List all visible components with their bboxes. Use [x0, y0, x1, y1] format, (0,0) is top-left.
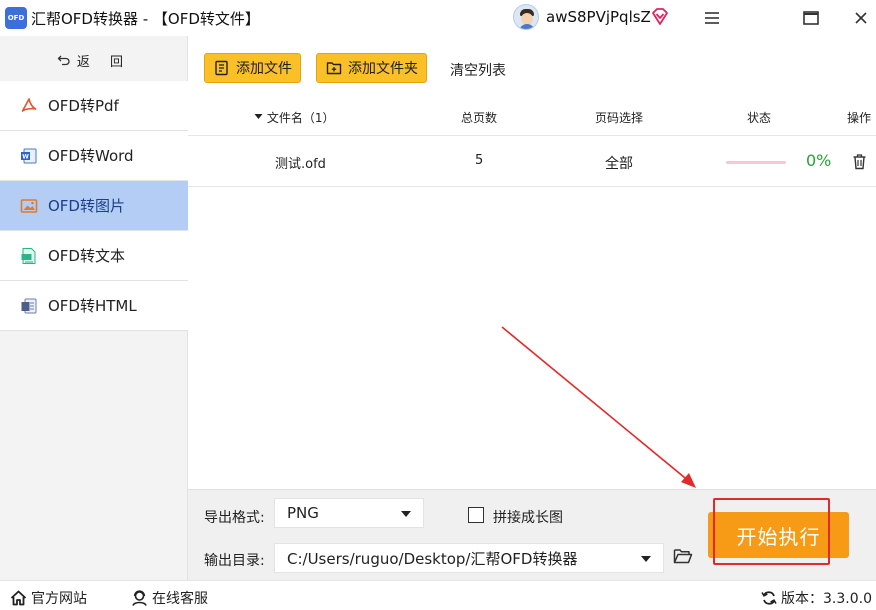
sidebar-item-ofd-to-html[interactable]: OFD转HTML — [0, 281, 188, 331]
chevron-down-icon — [401, 511, 411, 517]
official-website-label: 官方网站 — [31, 591, 87, 607]
format-value: PNG — [287, 504, 319, 522]
vip-diamond-icon[interactable] — [650, 7, 670, 27]
output-dir-select[interactable]: C:/Users/ruguo/Desktop/汇帮OFD转换器 — [274, 543, 664, 573]
folder-open-icon[interactable] — [673, 547, 693, 565]
official-website-link[interactable]: 官方网站 — [10, 588, 87, 608]
sidebar-item-label: OFD转HTML — [48, 297, 137, 315]
column-pages: 总页数 — [461, 111, 498, 125]
online-support-label: 在线客服 — [152, 591, 208, 607]
file-name-cell: 测试.ofd — [275, 157, 326, 172]
merge-long-image-label[interactable]: 拼接成长图 — [493, 507, 563, 527]
app-logo: OFD — [5, 7, 27, 29]
merge-long-image-checkbox[interactable] — [468, 507, 484, 523]
version-label: 版本：3.3.0.0 — [781, 591, 872, 607]
column-file-name-label: 文件名（1） — [266, 111, 335, 125]
maximize-icon[interactable] — [799, 6, 823, 30]
sort-down-icon — [254, 114, 263, 119]
pdf-icon — [21, 97, 37, 112]
chevron-down-icon — [641, 556, 651, 562]
column-actions: 操作 — [847, 111, 872, 125]
format-select[interactable]: PNG — [274, 498, 424, 528]
refresh-icon — [761, 591, 777, 605]
sidebar-item-ofd-to-image[interactable]: OFD转图片 — [0, 181, 188, 231]
back-button[interactable]: 返 回 — [0, 40, 188, 80]
close-icon[interactable] — [849, 6, 873, 30]
sidebar-item-label: OFD转文本 — [48, 247, 125, 265]
add-file-icon — [215, 60, 228, 76]
user-name[interactable]: awS8PVjPqlsZ — [546, 8, 651, 26]
file-list-area — [188, 187, 876, 489]
page-select-cell[interactable]: 全部 — [605, 153, 633, 173]
format-label: 导出格式: — [204, 510, 265, 526]
progress-bar — [726, 161, 786, 164]
toolbar: 添加文件 添加文件夹 清空列表 — [188, 36, 876, 98]
table-row[interactable]: 测试.ofd 5 全部 0% — [188, 137, 876, 187]
support-agent-icon — [132, 590, 147, 606]
clear-list-button[interactable]: 清空列表 — [450, 60, 506, 80]
page-count-cell: 5 — [475, 153, 484, 168]
menu-icon[interactable] — [700, 6, 724, 30]
progress-percent: 0% — [806, 151, 832, 170]
column-page-select: 页码选择 — [595, 111, 644, 125]
sidebar-item-ofd-to-word[interactable]: W OFD转Word — [0, 131, 188, 181]
word-icon: W — [21, 148, 37, 163]
add-file-label: 添加文件 — [236, 61, 292, 77]
online-support-link[interactable]: 在线客服 — [131, 588, 208, 608]
sidebar-item-label: OFD转Word — [48, 147, 134, 165]
output-dir-label: 输出目录: — [204, 553, 265, 569]
sidebar-item-label: OFD转Pdf — [48, 97, 119, 115]
html-icon — [21, 298, 37, 313]
sidebar-item-ofd-to-pdf[interactable]: OFD转Pdf — [0, 81, 188, 131]
title-bar: OFD 汇帮OFD转换器 - 【OFD转文件】 awS8PVjPqlsZ — [0, 0, 876, 36]
sidebar-item-label: OFD转图片 — [48, 197, 125, 215]
home-icon — [10, 590, 27, 606]
user-avatar[interactable] — [513, 4, 539, 30]
trash-icon[interactable] — [852, 153, 867, 170]
column-file-name[interactable]: 文件名（1） — [254, 109, 334, 126]
window-title: 汇帮OFD转换器 - 【OFD转文件】 — [31, 10, 260, 28]
add-folder-button[interactable]: 添加文件夹 — [316, 53, 427, 83]
sidebar: 返 回 OFD转Pdf W OFD转Word OFD转图片 OFD转文本 OFD… — [0, 36, 188, 580]
status-bar: 官方网站 在线客服 版本：3.3.0.0 — [0, 580, 876, 610]
image-icon — [20, 198, 38, 213]
add-folder-icon — [326, 62, 342, 75]
add-file-button[interactable]: 添加文件 — [204, 53, 301, 83]
svg-text:W: W — [22, 153, 29, 160]
sidebar-item-ofd-to-text[interactable]: OFD转文本 — [0, 231, 188, 281]
back-label: 返 回 — [76, 54, 132, 70]
text-icon — [21, 247, 36, 264]
add-folder-label: 添加文件夹 — [348, 61, 418, 77]
output-dir-value: C:/Users/ruguo/Desktop/汇帮OFD转换器 — [287, 549, 578, 568]
column-status: 状态 — [747, 111, 772, 125]
version-info[interactable]: 版本：3.3.0.0 — [761, 588, 872, 608]
annotation-highlight-box — [713, 498, 830, 565]
back-arrow-icon — [57, 55, 70, 66]
file-table-header: 文件名（1） 总页数 页码选择 状态 操作 — [188, 98, 876, 136]
